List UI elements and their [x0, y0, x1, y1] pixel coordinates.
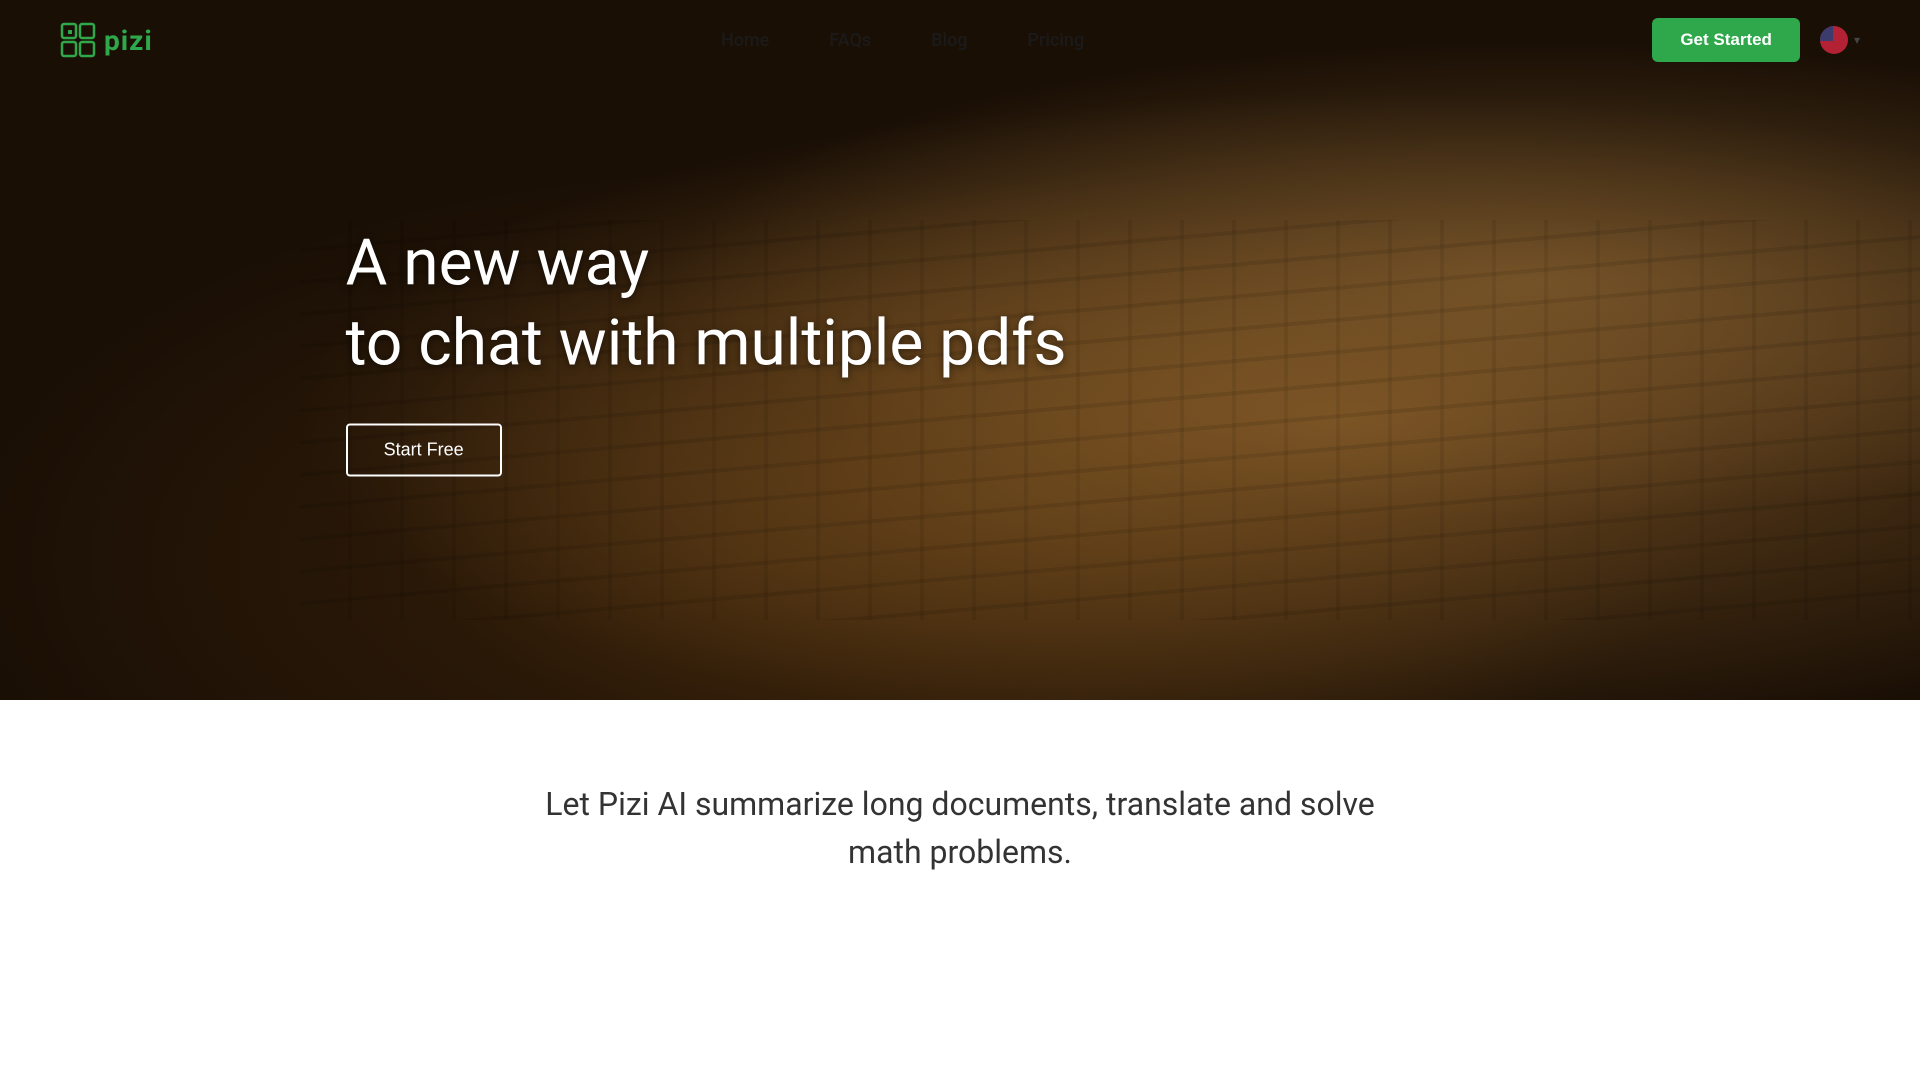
chevron-down-icon: ▾: [1854, 33, 1860, 47]
nav-blog[interactable]: Blog: [931, 30, 967, 51]
hero-title: A new way to chat with multiple pdfs: [346, 224, 1067, 384]
us-flag-icon: [1820, 26, 1848, 54]
language-selector[interactable]: ▾: [1820, 26, 1860, 54]
hero-section: A new way to chat with multiple pdfs Sta…: [0, 0, 1920, 700]
hero-title-line2: to chat with multiple pdfs: [346, 306, 1067, 381]
nav-home[interactable]: Home: [721, 30, 769, 51]
navbar: pizi Home FAQs Blog Pricing Get Started …: [0, 0, 1920, 80]
nav-right: Get Started ▾: [1652, 18, 1860, 62]
logo-icon: [60, 22, 96, 58]
subheading-section: Let Pizi AI summarize long documents, tr…: [0, 700, 1920, 956]
nav-faqs[interactable]: FAQs: [829, 30, 871, 51]
logo-text: pizi: [104, 24, 153, 57]
nav-links: Home FAQs Blog Pricing: [721, 30, 1084, 51]
start-free-button[interactable]: Start Free: [346, 424, 502, 477]
nav-pricing[interactable]: Pricing: [1028, 30, 1085, 51]
hero-title-line1: A new way: [346, 226, 650, 301]
get-started-button[interactable]: Get Started: [1652, 18, 1800, 62]
subheading-text: Let Pizi AI summarize long documents, tr…: [510, 780, 1410, 876]
hero-content: A new way to chat with multiple pdfs Sta…: [346, 224, 1067, 477]
logo-link[interactable]: pizi: [60, 22, 153, 58]
